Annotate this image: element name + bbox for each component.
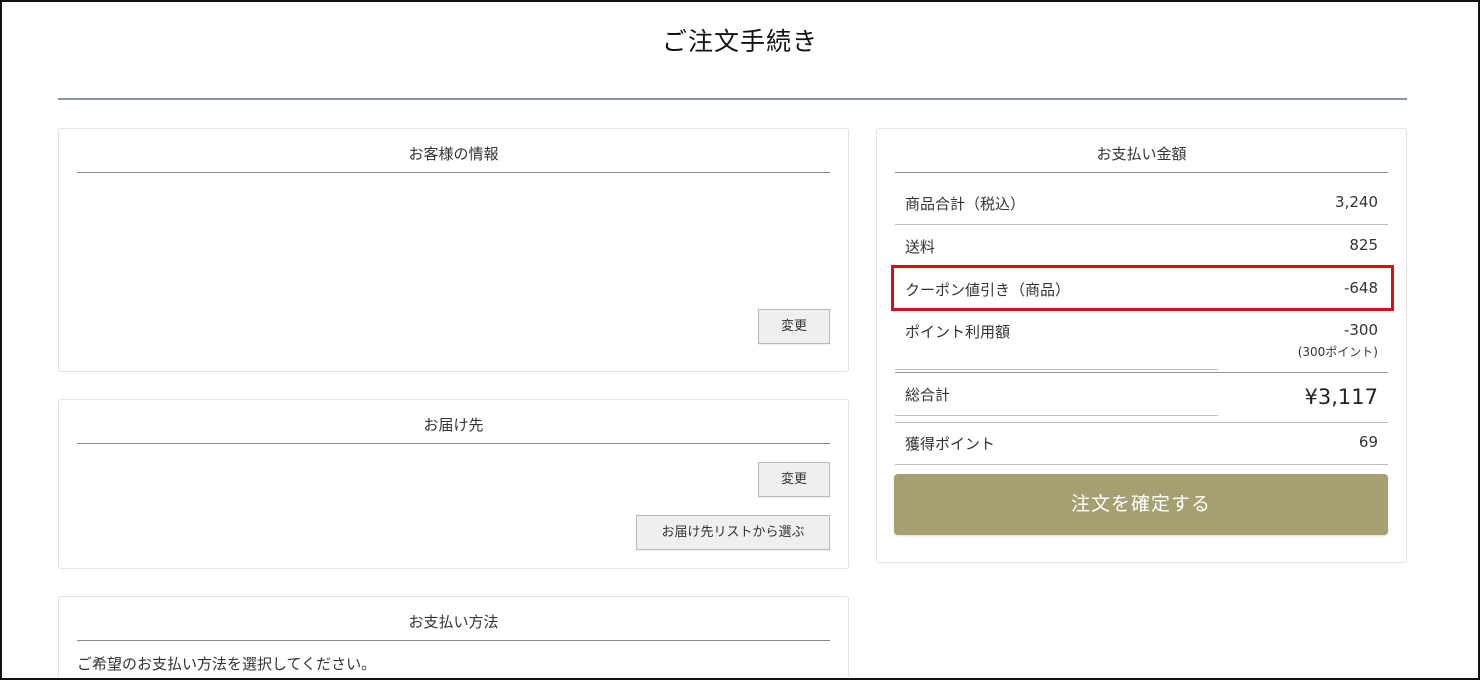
customer-info-card: お客様の情報 変更 [58, 128, 849, 372]
delivery-card: お届け先 変更 お届け先リストから選ぶ [58, 399, 849, 569]
payment-amount-heading: お支払い金額 [895, 129, 1388, 173]
row-divider [895, 422, 1388, 423]
row-divider [895, 369, 1218, 370]
total-label: 総合計 [905, 386, 951, 404]
customer-change-button[interactable]: 変更 [758, 309, 830, 344]
title-divider [58, 98, 1407, 100]
customer-info-heading: お客様の情報 [77, 129, 830, 173]
browser-viewport: ご注文手続き お客様の情報 変更 お届け先 変更 お届け先リストから選ぶ お支払… [0, 0, 1480, 680]
points-used-value: -300 [1343, 321, 1378, 339]
payment-method-instruction: ご希望のお支払い方法を選択してください。 [77, 655, 377, 673]
points-used-note: (300ポイント) [1297, 345, 1378, 359]
earned-points-label: 獲得ポイント [905, 435, 996, 453]
earned-points-value: 69 [1358, 433, 1378, 451]
row-divider [895, 224, 1388, 225]
row-divider [895, 415, 1218, 416]
points-used-label: ポイント利用額 [905, 323, 1011, 341]
row-divider [895, 464, 1388, 465]
total-value: ¥3,117 [1304, 385, 1378, 409]
delivery-list-button[interactable]: お届け先リストから選ぶ [636, 515, 830, 550]
subtotal-value: 3,240 [1335, 193, 1378, 211]
delivery-change-button[interactable]: 変更 [758, 462, 830, 497]
points-used-row: ポイント利用額 -300 (300ポイント) [895, 321, 1388, 361]
row-divider [895, 372, 1388, 373]
shipping-value: 825 [1349, 236, 1378, 254]
payment-method-card: お支払い方法 ご希望のお支払い方法を選択してください。 [58, 596, 849, 678]
confirm-order-button[interactable]: 注文を確定する [894, 474, 1388, 535]
shipping-label: 送料 [905, 238, 936, 256]
coupon-highlight-box [891, 265, 1394, 311]
subtotal-label: 商品合計（税込） [905, 195, 1026, 213]
delivery-heading: お届け先 [77, 400, 830, 444]
page-title: ご注文手続き [661, 27, 818, 56]
payment-method-heading: お支払い方法 [77, 597, 830, 641]
